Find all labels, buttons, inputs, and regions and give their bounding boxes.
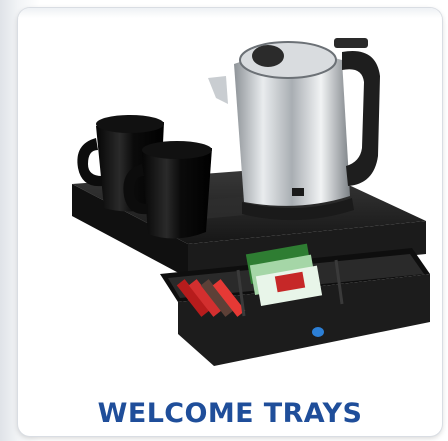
product-card[interactable]: WELCOME TRAYS (18, 8, 442, 436)
welcome-tray-image[interactable] (38, 16, 438, 386)
product-title[interactable]: WELCOME TRAYS (18, 392, 442, 436)
drawer-knob-icon (312, 327, 324, 337)
